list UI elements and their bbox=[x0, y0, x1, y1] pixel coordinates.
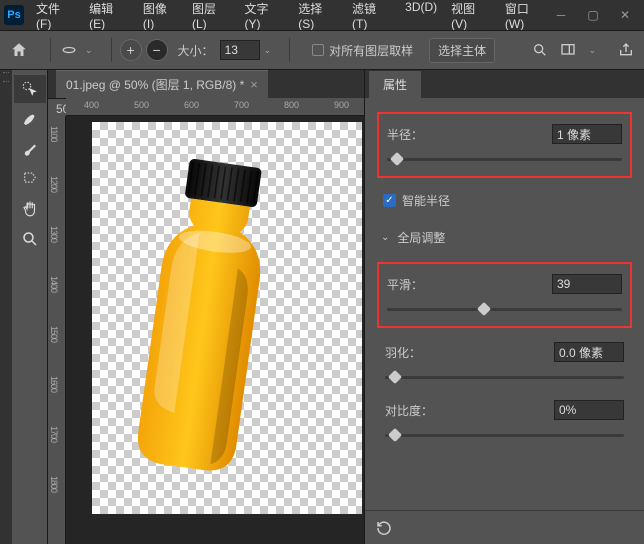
minimize-button[interactable]: ─ bbox=[554, 8, 568, 22]
sample-all-checkbox[interactable] bbox=[312, 44, 324, 56]
lasso-tool[interactable] bbox=[14, 165, 46, 193]
smooth-input[interactable] bbox=[552, 274, 622, 294]
radius-highlight: 半径： bbox=[377, 112, 632, 178]
size-label: 大小： bbox=[178, 42, 214, 59]
options-bar: ⌄ + − 大小： ⌄ 对所有图层取样 选择主体 ⌄ bbox=[0, 30, 644, 70]
canvas[interactable] bbox=[66, 116, 364, 524]
maximize-button[interactable]: ▢ bbox=[586, 8, 600, 22]
chevron-down-icon[interactable]: ⌄ bbox=[85, 45, 93, 56]
toolbar-handle[interactable] bbox=[0, 70, 12, 544]
smooth-slider[interactable] bbox=[387, 302, 622, 316]
smart-radius-checkbox[interactable]: ✓ bbox=[383, 194, 396, 207]
smooth-highlight: 平滑： bbox=[377, 262, 632, 328]
feather-label: 羽化： bbox=[385, 344, 554, 361]
chevron-down-icon[interactable]: ⌄ bbox=[588, 45, 596, 56]
ruler-horizontal: 400 500 600 700 800 900 bbox=[66, 98, 364, 116]
title-bar: Ps 文件(F) 编辑(E) 图像(I) 图层(L) 文字(Y) 选择(S) 滤… bbox=[0, 0, 644, 30]
radius-input[interactable] bbox=[552, 124, 622, 144]
contrast-slider[interactable] bbox=[385, 428, 624, 442]
workspace-icon[interactable] bbox=[560, 42, 576, 58]
document-tab[interactable]: 01.jpeg @ 50% (图层 1, RGB/8) * × bbox=[56, 70, 268, 98]
chevron-down-icon[interactable]: ⌄ bbox=[264, 45, 272, 56]
size-input[interactable] bbox=[220, 40, 260, 60]
refine-brush-tool[interactable] bbox=[14, 105, 46, 133]
search-icon[interactable] bbox=[532, 42, 548, 58]
home-icon[interactable] bbox=[10, 41, 28, 59]
chevron-down-icon: ⌄ bbox=[381, 232, 389, 243]
contrast-input[interactable] bbox=[554, 400, 624, 420]
share-icon[interactable] bbox=[618, 42, 634, 58]
brush-tool[interactable] bbox=[14, 135, 46, 163]
reset-icon[interactable] bbox=[375, 519, 393, 537]
feather-input[interactable] bbox=[554, 342, 624, 362]
window-controls: ─ ▢ ✕ bbox=[554, 8, 632, 22]
properties-panel: 属性 半径： ✓ 智能半径 ⌄ 全局调整 bbox=[364, 70, 644, 544]
feather-slider[interactable] bbox=[385, 370, 624, 384]
zoom-tool[interactable] bbox=[14, 225, 46, 253]
brush-preview-icon[interactable] bbox=[59, 40, 79, 60]
global-adjust-header[interactable]: ⌄ 全局调整 bbox=[381, 229, 632, 246]
add-mode-button[interactable]: + bbox=[120, 39, 142, 61]
contrast-label: 对比度： bbox=[385, 402, 554, 419]
radius-slider[interactable] bbox=[387, 152, 622, 166]
app-logo: Ps bbox=[4, 5, 24, 25]
smooth-label: 平滑： bbox=[387, 276, 552, 293]
close-icon[interactable]: × bbox=[250, 77, 258, 92]
radius-label: 半径： bbox=[387, 126, 552, 143]
tab-title: 01.jpeg @ 50% (图层 1, RGB/8) * bbox=[66, 76, 244, 93]
panel-footer bbox=[365, 510, 644, 544]
document-area: 01.jpeg @ 50% (图层 1, RGB/8) * × 400 500 … bbox=[48, 70, 364, 544]
ruler-vertical: 1100 1200 1300 1400 1500 1600 1700 1800 bbox=[48, 116, 66, 544]
smart-radius-label: 智能半径 bbox=[402, 192, 450, 209]
sample-all-label: 对所有图层取样 bbox=[329, 42, 413, 59]
subtract-mode-button[interactable]: − bbox=[146, 39, 168, 61]
tab-properties[interactable]: 属性 bbox=[369, 71, 421, 98]
close-button[interactable]: ✕ bbox=[618, 8, 632, 22]
quick-select-tool[interactable] bbox=[14, 75, 46, 103]
hand-tool[interactable] bbox=[14, 195, 46, 223]
toolbar bbox=[12, 70, 48, 544]
select-subject-button[interactable]: 选择主体 bbox=[429, 38, 495, 63]
